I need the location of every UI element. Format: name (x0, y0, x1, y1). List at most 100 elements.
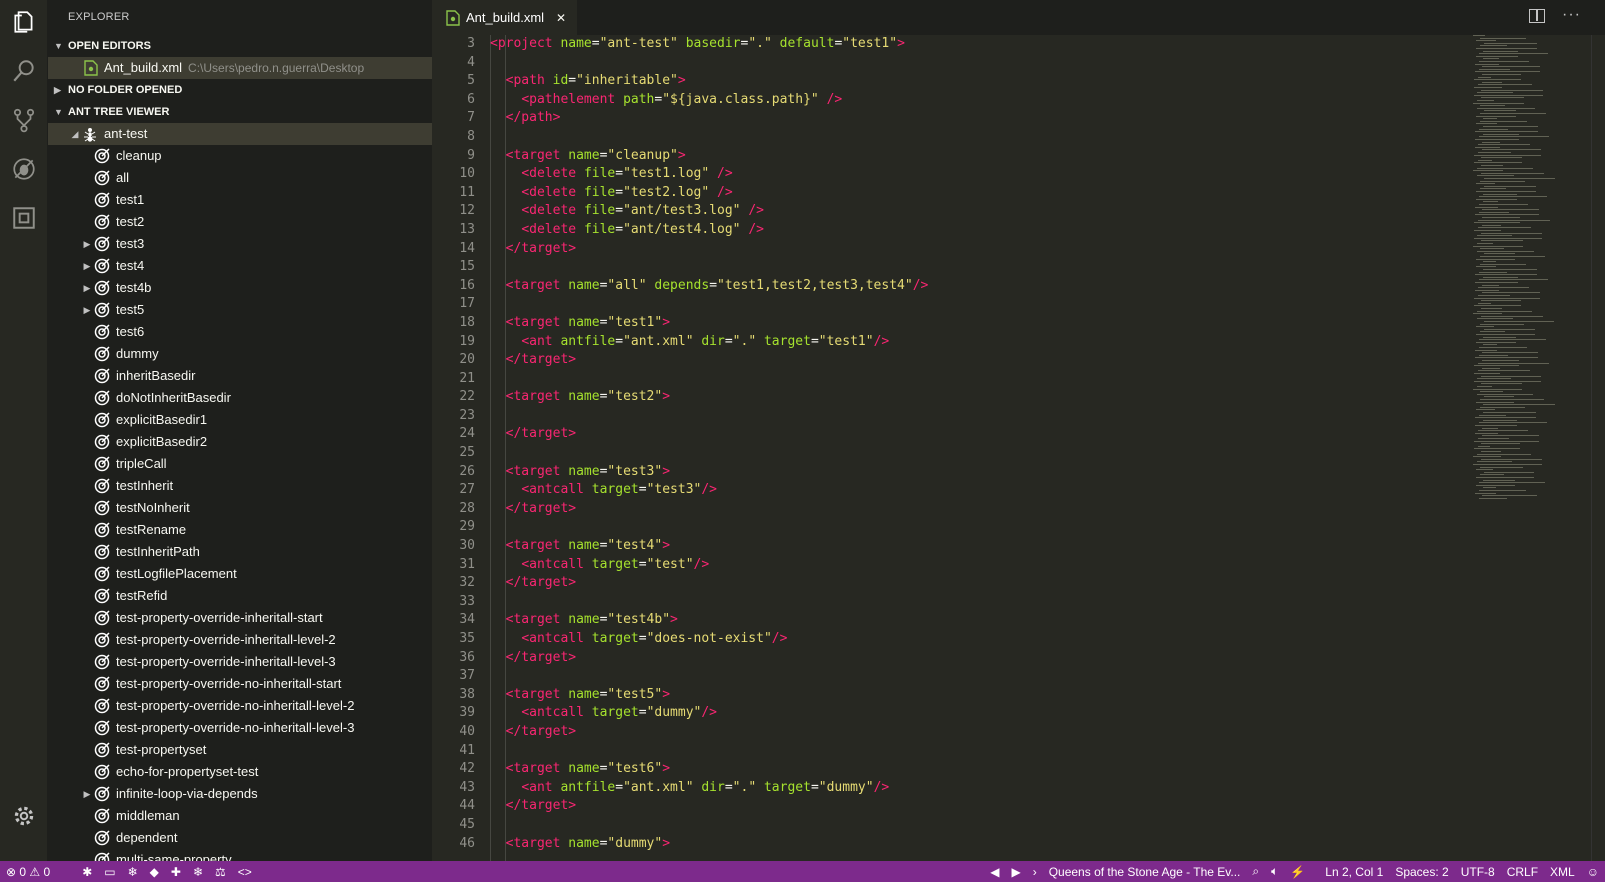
previous-track-icon[interactable]: ◀ (990, 865, 999, 879)
ant-target-node[interactable]: testInherit (48, 475, 432, 497)
ant-target-node[interactable]: inheritBasedir (48, 365, 432, 387)
code-line[interactable]: <antcall target="test3"/> (490, 481, 1490, 500)
ant-target-node[interactable]: tripleCall (48, 453, 432, 475)
ant-target-node[interactable]: ▶ test4 (48, 255, 432, 277)
ant-target-node[interactable]: ▶ test5 (48, 299, 432, 321)
split-editor-icon[interactable] (1529, 9, 1545, 23)
more-actions-icon[interactable]: ··· (1562, 6, 1581, 24)
ant-target-node[interactable]: test-property-override-no-inheritall-sta… (48, 673, 432, 695)
code-line[interactable]: <target name="test3"> (490, 463, 1490, 482)
settings-gear-icon[interactable] (10, 802, 38, 830)
ant-target-node[interactable]: test-property-override-inheritall-level-… (48, 651, 432, 673)
ant-target-node[interactable]: cleanup (48, 145, 432, 167)
chevron-right-icon[interactable]: ▶ (80, 277, 94, 299)
files-icon[interactable] (10, 8, 38, 36)
ant-target-node[interactable]: testRefid (48, 585, 432, 607)
plug-icon[interactable]: ⚡ (1290, 865, 1305, 879)
ant-target-node[interactable]: dummy (48, 343, 432, 365)
code-line[interactable]: </target> (490, 574, 1490, 593)
chevron-right-icon[interactable]: ▶ (80, 783, 94, 805)
diamond-icon[interactable]: ◆ (150, 865, 159, 879)
ant-icon[interactable]: ✱ (82, 865, 92, 879)
now-playing-song[interactable]: Queens of the Stone Age - The Ev... (1049, 865, 1241, 879)
ant-target-node[interactable]: explicitBasedir1 (48, 409, 432, 431)
code-line[interactable]: </target> (490, 723, 1490, 742)
code-line[interactable]: </path> (490, 109, 1490, 128)
smiley-icon[interactable]: ☺ (1587, 865, 1599, 879)
code-line[interactable]: <target name="test5"> (490, 686, 1490, 705)
code-line[interactable]: <target name="dummy"> (490, 835, 1490, 854)
code-line[interactable] (490, 370, 1490, 389)
code-line[interactable] (490, 816, 1490, 835)
close-icon[interactable]: ✕ (556, 11, 566, 25)
open-editor-item[interactable]: Ant_build.xml C:\Users\pedro.n.guerra\De… (48, 57, 432, 79)
ant-target-node[interactable]: test2 (48, 211, 432, 233)
ant-target-node[interactable]: explicitBasedir2 (48, 431, 432, 453)
minimap[interactable] (1471, 35, 1591, 505)
open-editors-header[interactable]: ▼ OPEN EDITORS (48, 35, 432, 57)
tab-ant-build-xml[interactable]: Ant_build.xml ✕ (432, 0, 577, 35)
ant-target-node[interactable]: ▶ infinite-loop-via-depends (48, 783, 432, 805)
code-line[interactable]: </target> (490, 797, 1490, 816)
ant-target-node[interactable]: test-property-override-inheritall-start (48, 607, 432, 629)
code-line[interactable]: <target name="test1"> (490, 314, 1490, 333)
code-line[interactable]: <delete file="test1.log" /> (490, 165, 1490, 184)
language-mode[interactable]: XML (1550, 865, 1575, 879)
chevron-right-icon[interactable]: ▶ (80, 255, 94, 277)
vertical-scrollbar[interactable] (1591, 35, 1605, 861)
ant-target-node[interactable]: testNoInherit (48, 497, 432, 519)
code-line[interactable]: <delete file="ant/test3.log" /> (490, 202, 1490, 221)
ant-target-node[interactable]: test1 (48, 189, 432, 211)
ant-target-node[interactable]: all (48, 167, 432, 189)
terminal-icon[interactable]: ▭ (104, 865, 115, 879)
cursor-position[interactable]: Ln 2, Col 1 (1325, 865, 1383, 879)
code-line[interactable] (490, 128, 1490, 147)
code-line[interactable] (490, 407, 1490, 426)
code-line[interactable] (490, 444, 1490, 463)
ant-root-node[interactable]: ◢ ant-test (48, 123, 432, 145)
chevron-right-icon[interactable]: ▶ (80, 299, 94, 321)
code-line[interactable]: <target name="test4b"> (490, 611, 1490, 630)
source-control-icon[interactable] (10, 106, 38, 134)
ant-target-node[interactable]: doNotInheritBasedir (48, 387, 432, 409)
indentation[interactable]: Spaces: 2 (1395, 865, 1448, 879)
ant-tree-header[interactable]: ▼ ANT TREE VIEWER (48, 101, 432, 123)
ant-target-node[interactable]: multi-same-property (48, 849, 432, 861)
ant-target-node[interactable]: middleman (48, 805, 432, 827)
code-line[interactable]: <antcall target="test"/> (490, 556, 1490, 575)
code-line[interactable]: <target name="test2"> (490, 388, 1490, 407)
snowflake-icon[interactable]: ❄ (193, 865, 203, 879)
code-editor[interactable]: 3 4 5 6 7 8 9 10 11 12 13 14 15 16 17 18 19 20 21 22 23 24 25 2… (432, 35, 1605, 861)
plus-icon[interactable]: ✚ (171, 865, 181, 879)
code-line[interactable]: <antcall target="does-not-exist"/> (490, 630, 1490, 649)
code-line[interactable]: </target> (490, 500, 1490, 519)
extensions-icon[interactable] (10, 204, 38, 232)
code-line[interactable]: <project name="ant-test" basedir="." def… (490, 35, 1490, 54)
search-icon[interactable] (10, 57, 38, 85)
code-line[interactable]: <delete file="ant/test4.log" /> (490, 221, 1490, 240)
code-line[interactable]: </target> (490, 240, 1490, 259)
debug-icon[interactable] (10, 155, 38, 183)
ant-target-node[interactable]: ▶ test3 (48, 233, 432, 255)
code-line[interactable] (490, 742, 1490, 761)
code-line[interactable]: </target> (490, 351, 1490, 370)
code-line[interactable]: <target name="all" depends="test1,test2,… (490, 277, 1490, 296)
code-icon[interactable]: <> (238, 865, 252, 879)
code-line[interactable]: <target name="test4"> (490, 537, 1490, 556)
line-ending[interactable]: CRLF (1507, 865, 1538, 879)
code-line[interactable] (490, 667, 1490, 686)
code-line[interactable] (490, 593, 1490, 612)
code-line[interactable]: <pathelement path="${java.class.path}" /… (490, 91, 1490, 110)
ant-target-node[interactable]: test-property-override-no-inheritall-lev… (48, 695, 432, 717)
code-line[interactable]: <delete file="test2.log" /> (490, 184, 1490, 203)
ant-target-node[interactable]: ▶ test4b (48, 277, 432, 299)
code-line[interactable] (490, 258, 1490, 277)
code-line[interactable]: </target> (490, 425, 1490, 444)
encoding[interactable]: UTF-8 (1461, 865, 1495, 879)
search-icon[interactable]: ⌕ (1252, 864, 1259, 879)
code-line[interactable]: <ant antfile="ant.xml" dir="." target="d… (490, 779, 1490, 798)
code-line[interactable]: <target name="test6"> (490, 760, 1490, 779)
chevron-right-icon[interactable]: ▶ (80, 233, 94, 255)
code-line[interactable]: <antcall target="dummy"/> (490, 704, 1490, 723)
code-line[interactable] (490, 295, 1490, 314)
